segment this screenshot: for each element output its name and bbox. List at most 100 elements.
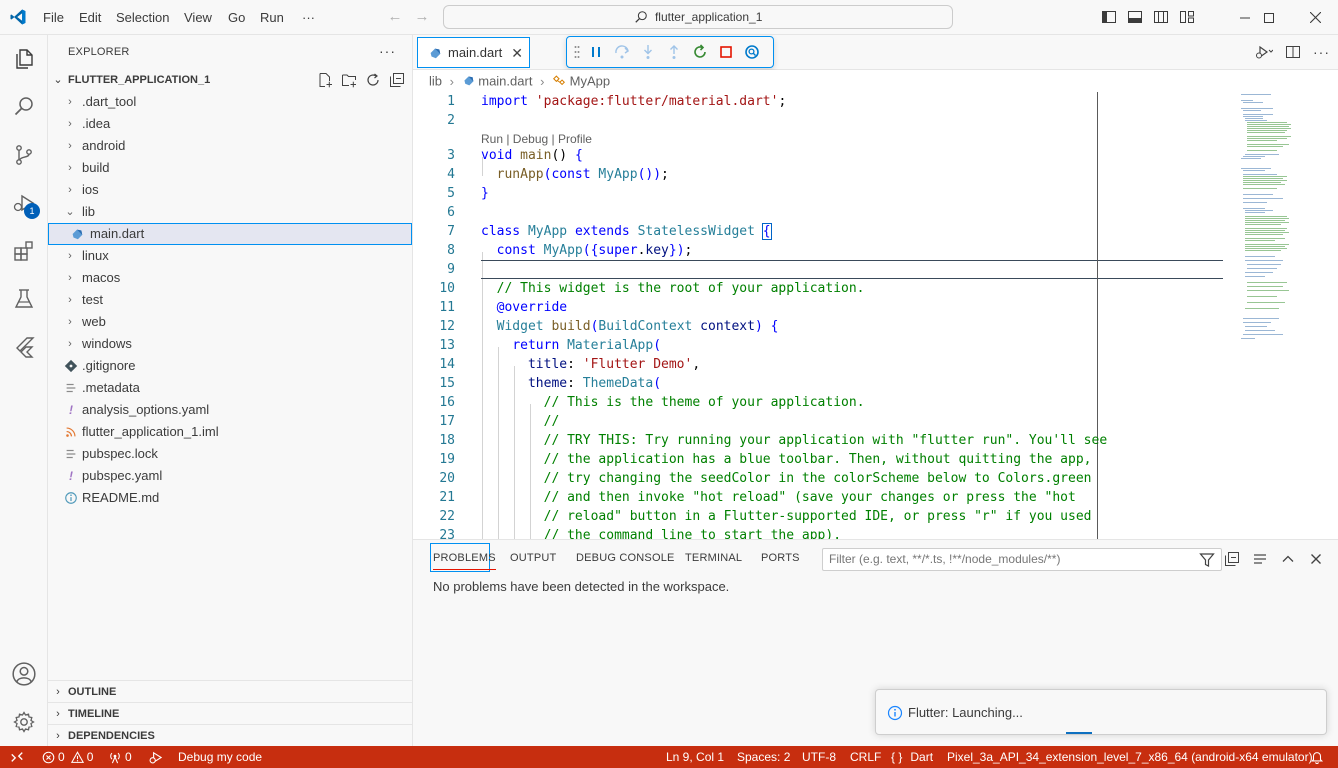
info-icon <box>887 705 903 721</box>
notification-toast[interactable]: Flutter: Launching... <box>875 689 1327 735</box>
pause-button[interactable] <box>585 41 607 63</box>
tree-item-pubspec-yaml[interactable]: ! pubspec.yaml <box>48 465 412 487</box>
tab-main-dart[interactable]: main.dart ✕ <box>417 37 530 68</box>
dependencies-section[interactable]: › DEPENDENCIES <box>48 724 413 746</box>
chevron-right-icon: › <box>68 140 72 152</box>
collapse-all-icon[interactable] <box>389 72 405 88</box>
menu-selection[interactable]: Selection <box>112 0 173 35</box>
outline-section[interactable]: › OUTLINE <box>48 680 413 702</box>
toggle-panel-icon[interactable] <box>1127 9 1143 25</box>
customize-layout-icon[interactable] <box>1179 9 1195 25</box>
tree-item-web[interactable]: › web <box>48 311 412 333</box>
search-icon[interactable] <box>0 83 48 131</box>
restart-button[interactable] <box>689 41 711 63</box>
toggle-primary-sidebar-icon[interactable] <box>1101 9 1117 25</box>
tree-item-dart-tool[interactable]: › .dart_tool <box>48 91 412 113</box>
debug-run-icon <box>149 751 163 763</box>
close-panel-icon[interactable] <box>1308 551 1324 567</box>
new-folder-icon[interactable] <box>341 72 357 88</box>
code-editor[interactable]: 1 import 'package:flutter/material.dart';… <box>413 92 1338 539</box>
problems-filter-input[interactable]: Filter (e.g. text, **/*.ts, !**/node_mod… <box>822 548 1222 571</box>
yaml-exclamation-icon: ! <box>69 403 73 417</box>
tree-item-android[interactable]: › android <box>48 135 412 157</box>
encoding-status[interactable]: UTF-8 <box>802 746 836 768</box>
progress-indicator <box>1066 732 1092 734</box>
testing-icon[interactable] <box>0 275 48 323</box>
tree-item-readme[interactable]: README.md <box>48 487 412 509</box>
tree-item-linux[interactable]: › linux <box>48 245 412 267</box>
tree-item-macos[interactable]: › macos <box>48 267 412 289</box>
back-arrow-icon[interactable]: ← <box>387 9 403 25</box>
problems-status[interactable]: 0 0 <box>42 746 93 768</box>
accounts-icon[interactable] <box>0 650 48 698</box>
cursor-position[interactable]: Ln 9, Col 1 <box>666 746 724 768</box>
remote-indicator-icon[interactable] <box>0 746 34 768</box>
menu-edit[interactable]: Edit <box>75 0 105 35</box>
view-as-list-icon[interactable] <box>1252 551 1268 567</box>
menu-view[interactable]: View <box>180 0 216 35</box>
workspace-root-header[interactable]: ⌄ FLUTTER_APPLICATION_1 <box>48 69 413 91</box>
eol-status[interactable]: CRLF <box>850 746 881 768</box>
indentation-status[interactable]: Spaces: 2 <box>737 746 790 768</box>
timeline-section[interactable]: › TIMELINE <box>48 702 413 724</box>
maximize-button[interactable] <box>1246 0 1292 35</box>
close-window-button[interactable] <box>1292 0 1338 35</box>
tree-item-idea[interactable]: › .idea <box>48 113 412 135</box>
breadcrumb-file[interactable]: main.dart <box>478 74 532 89</box>
tree-item-analysis-options[interactable]: ! analysis_options.yaml <box>48 399 412 421</box>
tab-terminal[interactable]: TERMINAL <box>685 552 742 564</box>
tree-item-main-dart[interactable]: main.dart <box>48 223 412 245</box>
maximize-panel-chevron-up-icon[interactable] <box>1280 551 1296 567</box>
run-debug-dropdown-icon[interactable] <box>1255 44 1273 60</box>
step-over-button[interactable] <box>611 41 633 63</box>
step-out-button[interactable] <box>663 41 685 63</box>
tree-item-iml[interactable]: flutter_application_1.iml <box>48 421 412 443</box>
run-and-debug-icon[interactable] <box>0 179 48 227</box>
tree-item-ios[interactable]: › ios <box>48 179 412 201</box>
tree-item-test[interactable]: › test <box>48 289 412 311</box>
menu-run[interactable]: Run <box>256 0 288 35</box>
minimap[interactable] <box>1225 92 1325 352</box>
filter-funnel-icon[interactable] <box>1199 552 1215 568</box>
more-actions-icon[interactable]: ··· <box>1313 44 1330 60</box>
debug-status[interactable]: Debug my code <box>148 746 262 768</box>
notifications-bell-icon[interactable] <box>1310 746 1324 768</box>
refresh-icon[interactable] <box>365 72 381 88</box>
forward-arrow-icon[interactable]: → <box>414 9 430 25</box>
stop-button[interactable] <box>715 41 737 63</box>
tree-item-build[interactable]: › build <box>48 157 412 179</box>
language-mode[interactable]: { } Dart <box>891 746 933 768</box>
tab-debug-console[interactable]: DEBUG CONSOLE <box>576 552 675 564</box>
tree-item-metadata[interactable]: .metadata <box>48 377 412 399</box>
breadcrumb-symbol[interactable]: MyApp <box>570 74 610 89</box>
tab-output[interactable]: OUTPUT <box>510 552 556 564</box>
collapse-all-icon[interactable] <box>1224 551 1240 567</box>
menu-go[interactable]: Go <box>224 0 249 35</box>
line-number: 4 <box>447 167 455 182</box>
tree-item-lib[interactable]: ⌄ lib <box>48 201 412 223</box>
toggle-secondary-sidebar-icon[interactable] <box>1153 9 1169 25</box>
close-icon[interactable]: ✕ <box>511 45 523 62</box>
ports-status[interactable]: 0 <box>108 746 132 768</box>
drag-handle-icon[interactable] <box>573 44 581 60</box>
explorer-more-button[interactable]: ··· <box>379 43 396 59</box>
tab-problems[interactable]: PROBLEMS <box>433 552 496 570</box>
tab-ports[interactable]: PORTS <box>761 552 800 564</box>
tree-item-gitignore[interactable]: .gitignore <box>48 355 412 377</box>
tree-item-windows[interactable]: › windows <box>48 333 412 355</box>
flutter-inspector-button[interactable] <box>741 41 763 63</box>
command-center[interactable]: flutter_application_1 <box>443 5 953 29</box>
breadcrumb-lib[interactable]: lib <box>429 74 442 89</box>
flutter-icon[interactable] <box>0 323 48 371</box>
step-into-button[interactable] <box>637 41 659 63</box>
menu-more[interactable]: ··· <box>298 0 319 35</box>
split-editor-icon[interactable] <box>1285 44 1301 60</box>
new-file-icon[interactable] <box>317 72 333 88</box>
settings-gear-icon[interactable] <box>0 698 48 746</box>
extensions-icon[interactable] <box>0 227 48 275</box>
tree-item-pubspec-lock[interactable]: pubspec.lock <box>48 443 412 465</box>
explorer-icon[interactable] <box>0 35 48 83</box>
device-selector[interactable]: Pixel_3a_API_34_extension_level_7_x86_64… <box>947 746 1313 768</box>
source-control-icon[interactable] <box>0 131 48 179</box>
menu-file[interactable]: File <box>39 0 68 35</box>
